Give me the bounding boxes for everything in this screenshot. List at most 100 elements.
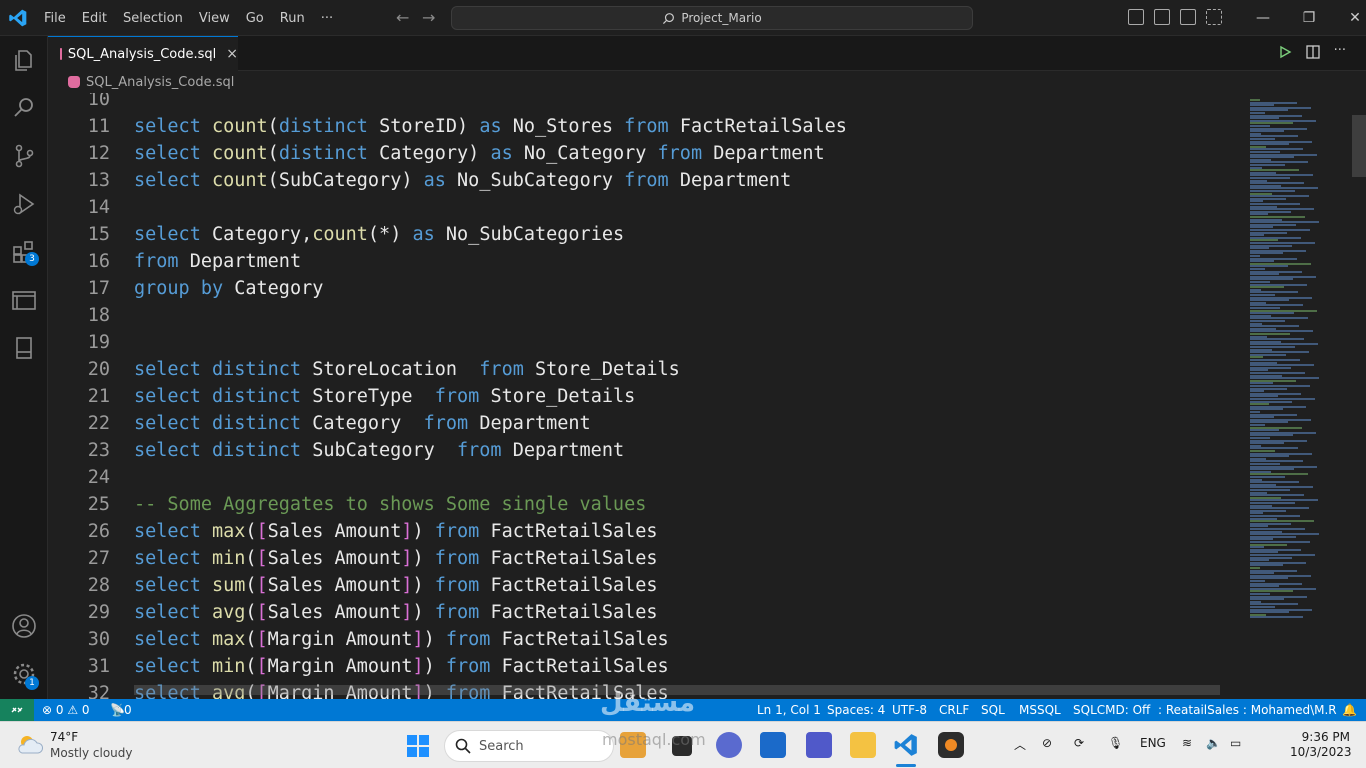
- vscode-taskbar-icon[interactable]: [893, 732, 919, 758]
- sql-file-icon: [68, 76, 80, 88]
- forward-arrow-icon[interactable]: →: [422, 8, 435, 27]
- meet-app-icon[interactable]: [716, 732, 742, 758]
- tab-sql-analysis[interactable]: SQL_Analysis_Code.sql ×: [48, 36, 238, 71]
- close-window-button[interactable]: ✕: [1332, 10, 1366, 26]
- encoding[interactable]: UTF-8: [892, 703, 927, 717]
- teams-app-icon[interactable]: [806, 732, 832, 758]
- menu-go[interactable]: Go: [238, 11, 272, 26]
- indentation[interactable]: Spaces: 4: [827, 703, 885, 717]
- code-line[interactable]: 15 select Category,count(*) as No_SubCate…: [48, 221, 624, 248]
- run-debug-icon[interactable]: [10, 190, 38, 218]
- volume-icon[interactable]: 🔈: [1206, 736, 1221, 750]
- source-control-icon[interactable]: [10, 142, 38, 170]
- code-line[interactable]: 21 select distinct StoreType from Store_D…: [48, 383, 636, 410]
- code-token: No_Stores: [512, 116, 625, 137]
- code-line[interactable]: 23 select distinct SubCategory from Depar…: [48, 437, 624, 464]
- project-name: Project_Mario: [681, 11, 762, 25]
- code-line[interactable]: 32 select avg([Margin Amount]) from FactR…: [48, 680, 669, 699]
- code-line[interactable]: 12 select count(distinct Category) as No_…: [48, 140, 825, 167]
- code-line[interactable]: 20 select distinct StoreLocation from Sto…: [48, 356, 680, 383]
- code-line[interactable]: 13 select count(SubCategory) as No_SubCat…: [48, 167, 792, 194]
- code-line[interactable]: 16 from Department: [48, 248, 301, 275]
- code-line[interactable]: 29 select avg([Sales Amount]) from FactRe…: [48, 599, 658, 626]
- code-line[interactable]: 27 select min([Sales Amount]) from FactRe…: [48, 545, 658, 572]
- remote-explorer-icon[interactable]: [10, 286, 38, 314]
- sync-icon[interactable]: ⟳: [1074, 736, 1084, 750]
- code-editor[interactable]: 10 11 select count(distinct StoreID) as No…: [48, 93, 1242, 699]
- code-line[interactable]: 26 select max([Sales Amount]) from FactRe…: [48, 518, 658, 545]
- menu-selection[interactable]: Selection: [115, 11, 191, 26]
- taskbar-search[interactable]: Search: [444, 730, 614, 762]
- weather-cloud-icon[interactable]: [16, 733, 44, 757]
- menu-view[interactable]: View: [191, 11, 238, 26]
- weather-temp[interactable]: 74°F: [50, 730, 78, 744]
- show-hidden-icons-icon[interactable]: ︿: [1014, 736, 1026, 753]
- weather-desc[interactable]: Mostly cloudy: [50, 746, 133, 760]
- battery-icon[interactable]: ▭: [1230, 736, 1241, 750]
- customize-layout-icon[interactable]: [1206, 9, 1222, 25]
- system-clock[interactable]: 9:36 PM 10/3/2023: [1290, 730, 1352, 760]
- code-line[interactable]: 28 select sum([Sales Amount]) from FactRe…: [48, 572, 658, 599]
- whiteboard-app-icon[interactable]: [760, 732, 786, 758]
- ports-icon[interactable]: 📡: [110, 703, 125, 717]
- explorer-app-icon[interactable]: [850, 732, 876, 758]
- wifi-icon[interactable]: ≋: [1182, 736, 1192, 750]
- vertical-scrollbar-thumb[interactable]: [1352, 115, 1366, 177]
- code-line[interactable]: 14: [48, 194, 110, 221]
- code-line[interactable]: 22 select distinct Category from Departme…: [48, 410, 591, 437]
- command-center-search[interactable]: Project_Mario: [451, 6, 973, 30]
- code-line[interactable]: 17 group by Category: [48, 275, 324, 302]
- split-editor-icon[interactable]: [1305, 45, 1320, 59]
- run-query-icon[interactable]: [1278, 45, 1292, 59]
- menu-run[interactable]: Run: [272, 11, 313, 26]
- code-line[interactable]: 25 -- Some Aggregates to shows Some singl…: [48, 491, 647, 518]
- code-line[interactable]: 30 select max([Margin Amount]) from FactR…: [48, 626, 669, 653]
- explorer-icon[interactable]: [10, 46, 38, 74]
- sql-dialect[interactable]: MSSQL: [1019, 703, 1061, 717]
- microphone-icon[interactable]: 🎙: [1108, 736, 1123, 750]
- windows-start-icon[interactable]: [406, 734, 430, 758]
- sqlcmd-mode[interactable]: SQLCMD: Off: [1073, 703, 1150, 717]
- close-tab-icon[interactable]: ×: [226, 46, 238, 62]
- menu-file[interactable]: File: [36, 11, 74, 26]
- remote-indicator[interactable]: [0, 699, 34, 721]
- code-line[interactable]: 11 select count(distinct StoreID) as No_S…: [48, 113, 847, 140]
- minimap[interactable]: [1242, 93, 1352, 699]
- code-line[interactable]: 24: [48, 464, 110, 491]
- code-token: Store_Details: [490, 386, 636, 407]
- code-token: from: [134, 251, 190, 272]
- code-token: -- Some Aggregates to shows Some single …: [134, 494, 647, 515]
- code-line[interactable]: 31 select min([Margin Amount]) from FactR…: [48, 653, 669, 680]
- back-arrow-icon[interactable]: ←: [396, 8, 409, 27]
- menu-edit[interactable]: Edit: [74, 11, 115, 26]
- line-number: 22: [87, 413, 110, 434]
- line-number: 16: [87, 251, 110, 272]
- toggle-panel-icon[interactable]: [1154, 9, 1170, 25]
- ports-count[interactable]: 0: [124, 703, 132, 717]
- toggle-primary-sidebar-icon[interactable]: [1128, 9, 1144, 25]
- code-line[interactable]: 10: [48, 93, 110, 113]
- language-mode[interactable]: SQL: [981, 703, 1005, 717]
- code-line[interactable]: 18: [48, 302, 110, 329]
- notifications-bell-icon[interactable]: 🔔: [1342, 703, 1357, 717]
- line-ending[interactable]: CRLF: [939, 703, 969, 717]
- code-line[interactable]: 19: [48, 329, 110, 356]
- recorder-app-icon[interactable]: [938, 732, 964, 758]
- cursor-position[interactable]: Ln 1, Col 1: [757, 703, 821, 717]
- minimize-button[interactable]: —: [1240, 10, 1286, 26]
- network-offline-icon[interactable]: ⊘: [1042, 736, 1052, 750]
- breadcrumb-file[interactable]: SQL_Analysis_Code.sql: [86, 75, 234, 90]
- restore-button[interactable]: ❐: [1286, 10, 1332, 26]
- code-token: count: [211, 143, 268, 164]
- toggle-secondary-sidebar-icon[interactable]: [1180, 9, 1196, 25]
- more-actions-icon[interactable]: ···: [1334, 44, 1346, 59]
- problems-count[interactable]: ⊗ 0 ⚠ 0: [42, 703, 90, 717]
- account-icon[interactable]: [10, 612, 38, 640]
- menu-more[interactable]: ···: [313, 11, 341, 26]
- search-icon[interactable]: [10, 94, 38, 122]
- database-icon[interactable]: [10, 334, 38, 362]
- code-token: FactRetailSales: [490, 575, 658, 596]
- vertical-scrollbar-track[interactable]: [1352, 93, 1366, 699]
- input-language[interactable]: ENG: [1140, 736, 1166, 750]
- connection-status[interactable]: : ReatailSales : Mohamed\M.R: [1158, 703, 1337, 717]
